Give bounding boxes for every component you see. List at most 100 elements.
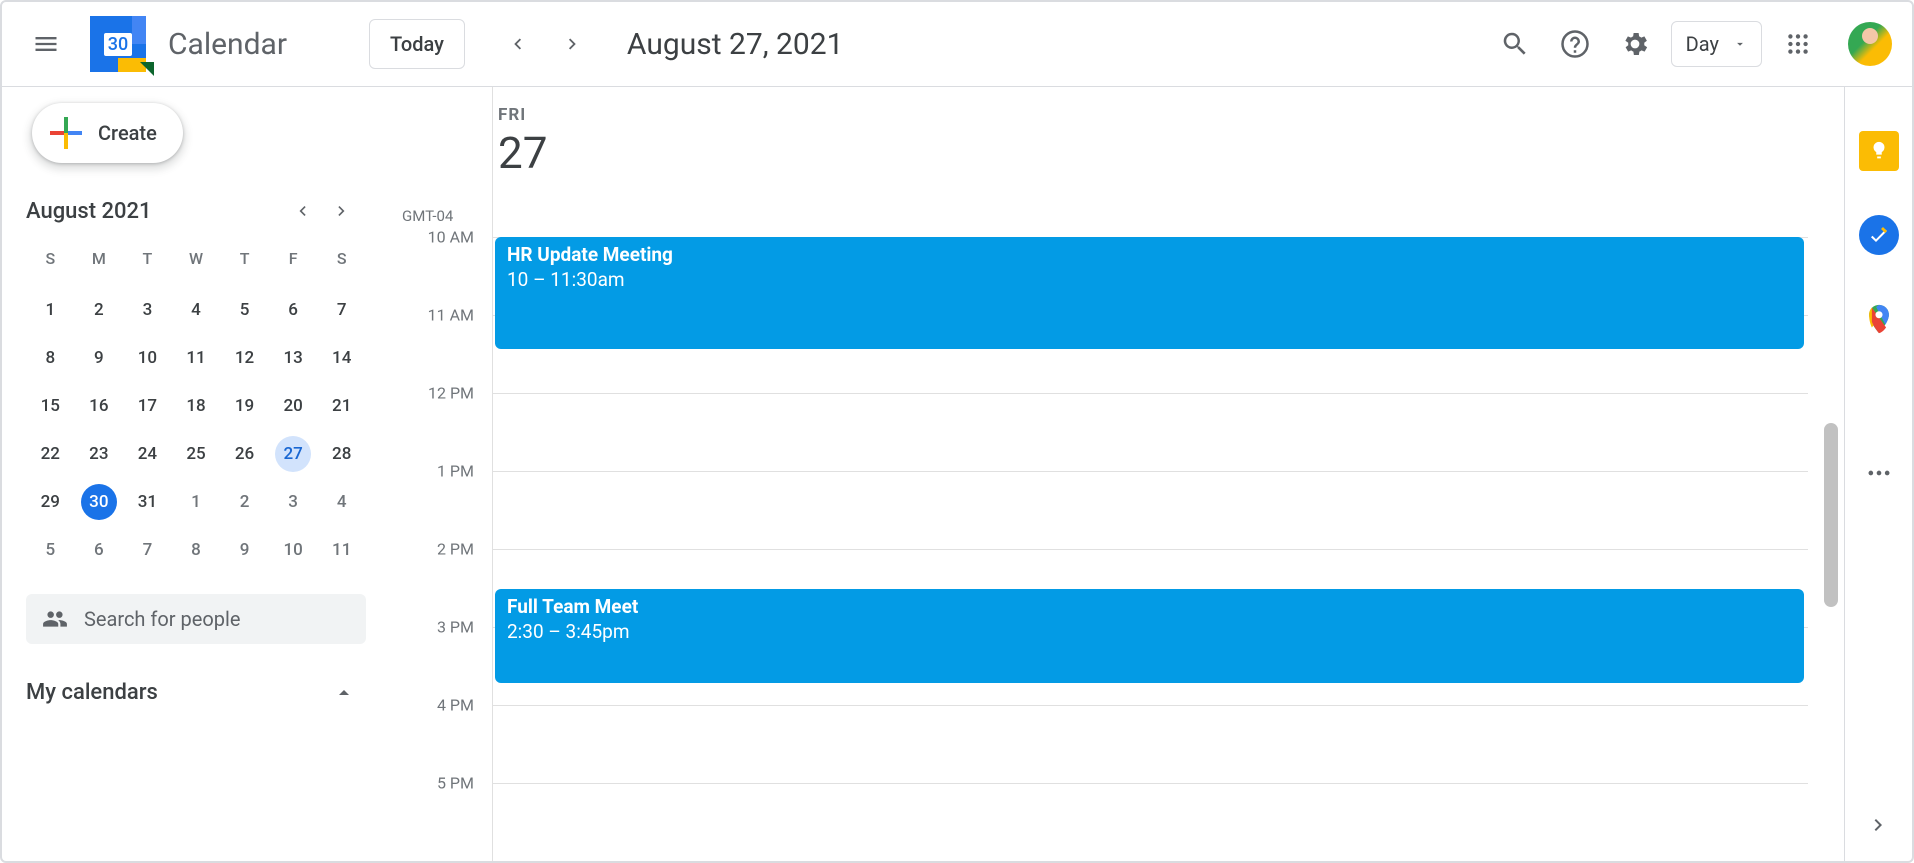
minical-day-cell[interactable]: 8 (26, 334, 75, 382)
calendar-logo: 30 (90, 16, 146, 72)
minical-day-cell[interactable]: 18 (172, 382, 221, 430)
minical-day-cell[interactable]: 16 (75, 382, 124, 430)
minical-day-cell[interactable]: 2 (220, 478, 269, 526)
create-label: Create (98, 121, 157, 145)
plus-icon (50, 117, 82, 149)
minical-day-cell[interactable]: 13 (269, 334, 318, 382)
minical-day-cell[interactable]: 5 (26, 526, 75, 574)
minical-day-cell[interactable]: 31 (123, 478, 172, 526)
day-header: FRI 27 (498, 105, 547, 179)
support-button[interactable] (1551, 20, 1599, 68)
minical-next-button[interactable] (322, 191, 362, 231)
minical-day-cell[interactable]: 19 (220, 382, 269, 430)
keep-icon (1868, 140, 1890, 162)
minical-day-cell[interactable]: 10 (269, 526, 318, 574)
minical-days-grid: 1234567891011121314151617181920212223242… (26, 286, 366, 574)
minical-day-cell[interactable]: 22 (26, 430, 75, 478)
gear-icon (1620, 29, 1650, 59)
minical-day-cell[interactable]: 17 (123, 382, 172, 430)
keep-button[interactable] (1859, 131, 1899, 171)
minical-prev-button[interactable] (282, 191, 322, 231)
search-button[interactable] (1491, 20, 1539, 68)
minical-day-cell[interactable]: 7 (317, 286, 366, 334)
my-calendars-label: My calendars (26, 680, 158, 705)
minical-title: August 2021 (26, 199, 152, 224)
hide-side-panel-button[interactable] (1859, 805, 1899, 845)
minical-day-cell[interactable]: 4 (317, 478, 366, 526)
time-label: 5 PM (437, 774, 474, 793)
minical-day-cell[interactable]: 4 (172, 286, 221, 334)
search-people-placeholder: Search for people (84, 607, 240, 631)
app-name: Calendar (168, 27, 287, 62)
next-day-button[interactable] (551, 22, 595, 66)
scrollbar-thumb[interactable] (1824, 423, 1838, 607)
maps-icon (1862, 302, 1896, 336)
minical-day-cell[interactable]: 14 (317, 334, 366, 382)
calendar-event[interactable]: HR Update Meeting10 – 11:30am (495, 237, 1804, 349)
minical-day-cell[interactable]: 12 (220, 334, 269, 382)
minical-day-cell[interactable]: 11 (172, 334, 221, 382)
chevron-left-icon (506, 33, 528, 55)
time-label: 4 PM (437, 696, 474, 715)
time-label: 11 AM (428, 306, 474, 325)
minical-header: August 2021 (26, 191, 366, 231)
hamburger-icon (32, 30, 60, 58)
minical-day-cell[interactable]: 7 (123, 526, 172, 574)
minical-day-cell[interactable]: 6 (75, 526, 124, 574)
view-selector[interactable]: Day (1671, 21, 1762, 67)
my-calendars-toggle[interactable]: My calendars (26, 680, 366, 705)
people-icon (42, 606, 68, 632)
calendar-grid[interactable]: FRI 27 GMT-04 10 AM11 AM12 PM1 PM2 PM3 P… (382, 87, 1844, 861)
more-addons-button[interactable] (1859, 453, 1899, 493)
minical-dow-cell: M (75, 241, 124, 276)
day-number: 27 (498, 127, 547, 179)
minical-day-cell[interactable]: 20 (269, 382, 318, 430)
tasks-button[interactable] (1859, 215, 1899, 255)
minical-dow-cell: F (269, 241, 318, 276)
chevron-right-icon (562, 33, 584, 55)
minical-day-cell[interactable]: 3 (123, 286, 172, 334)
today-button[interactable]: Today (369, 19, 465, 69)
minical-day-cell[interactable]: 30 (75, 478, 124, 526)
event-time: 2:30 – 3:45pm (507, 620, 1792, 645)
minical-day-cell[interactable]: 1 (26, 286, 75, 334)
time-label: 12 PM (428, 384, 474, 403)
minical-day-cell[interactable]: 8 (172, 526, 221, 574)
minical-day-cell[interactable]: 11 (317, 526, 366, 574)
event-title: HR Update Meeting (507, 243, 1792, 268)
date-range-title: August 27, 2021 (627, 27, 844, 62)
event-title: Full Team Meet (507, 595, 1792, 620)
search-people-input[interactable]: Search for people (26, 594, 366, 644)
prev-day-button[interactable] (495, 22, 539, 66)
minical-day-cell[interactable]: 24 (123, 430, 172, 478)
maps-button[interactable] (1859, 299, 1899, 339)
minical-day-cell[interactable]: 9 (75, 334, 124, 382)
minical-day-cell[interactable]: 29 (26, 478, 75, 526)
minical-day-cell[interactable]: 9 (220, 526, 269, 574)
account-avatar[interactable] (1848, 22, 1892, 66)
minical-day-cell[interactable]: 3 (269, 478, 318, 526)
calendar-event[interactable]: Full Team Meet2:30 – 3:45pm (495, 589, 1804, 683)
google-apps-button[interactable] (1774, 20, 1822, 68)
minical-day-cell[interactable]: 26 (220, 430, 269, 478)
minical-day-cell[interactable]: 23 (75, 430, 124, 478)
time-label: 3 PM (437, 618, 474, 637)
minical-day-cell[interactable]: 21 (317, 382, 366, 430)
minical-day-cell[interactable]: 27 (269, 430, 318, 478)
sidebar: Create August 2021 SMTWTFS 1234567891011… (2, 87, 382, 861)
minical-day-cell[interactable]: 10 (123, 334, 172, 382)
help-icon (1560, 29, 1590, 59)
minical-day-cell[interactable]: 28 (317, 430, 366, 478)
minical-day-cell[interactable]: 1 (172, 478, 221, 526)
minical-dow-cell: S (26, 241, 75, 276)
main-menu-button[interactable] (22, 20, 70, 68)
minical-day-cell[interactable]: 25 (172, 430, 221, 478)
minical-day-cell[interactable]: 15 (26, 382, 75, 430)
view-selector-label: Day (1686, 32, 1719, 56)
minical-day-cell[interactable]: 2 (75, 286, 124, 334)
minical-day-cell[interactable]: 6 (269, 286, 318, 334)
create-button[interactable]: Create (32, 103, 183, 163)
minical-day-cell[interactable]: 5 (220, 286, 269, 334)
settings-button[interactable] (1611, 20, 1659, 68)
logo-day: 30 (104, 33, 132, 56)
